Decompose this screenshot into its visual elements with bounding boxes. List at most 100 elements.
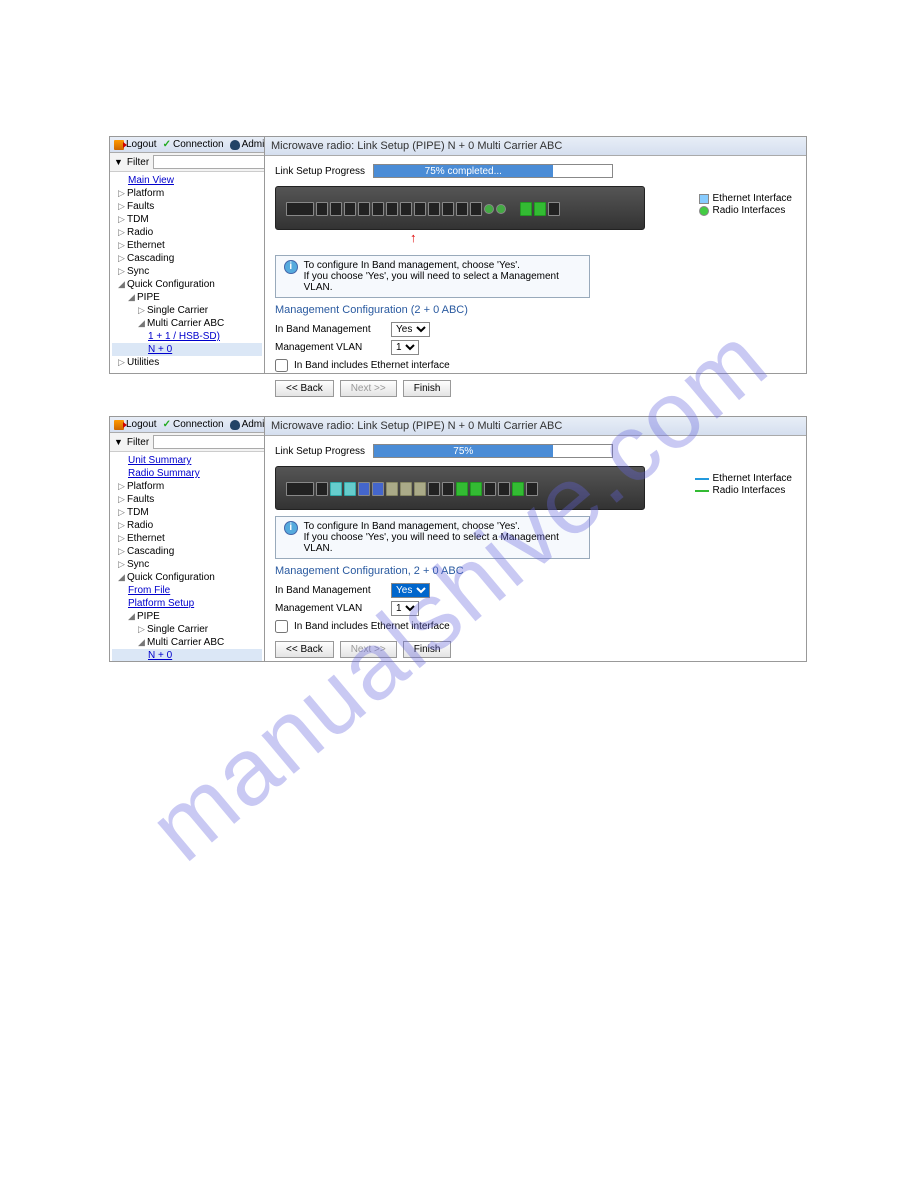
inband-eth-label: In Band includes Ethernet interface — [294, 360, 450, 371]
sidebar-topbar: Logout ✓Connection Admin — [110, 137, 264, 153]
sidebar-topbar: Logout ✓Connection Admin — [110, 417, 264, 433]
info-icon: i — [284, 521, 298, 535]
tree-ethernet[interactable]: ▷Ethernet — [112, 239, 262, 252]
filter-input[interactable] — [153, 155, 265, 169]
inband-eth-checkbox[interactable] — [275, 620, 288, 633]
admin-link[interactable]: Admin — [230, 139, 265, 150]
tree-multi-carrier[interactable]: ◢Multi Carrier ABC — [112, 317, 262, 330]
tree-from-file[interactable]: From File — [112, 584, 262, 597]
inband-eth-label: In Band includes Ethernet interface — [294, 621, 450, 632]
legend-radio-label: Radio Interfaces — [713, 485, 786, 496]
legend-eth-label: Ethernet Interface — [713, 193, 793, 204]
inband-eth-checkbox[interactable] — [275, 359, 288, 372]
legend-radio-label: Radio Interfaces — [713, 205, 786, 216]
logout-icon — [114, 420, 124, 430]
inband-select[interactable]: Yes — [391, 322, 430, 337]
next-button[interactable]: Next >> — [340, 641, 397, 658]
admin-link[interactable]: Admin — [230, 419, 265, 430]
tree-ethernet[interactable]: ▷Ethernet — [112, 532, 262, 545]
progress-row: Link Setup Progress 75% completed... — [275, 164, 796, 178]
tree-platform[interactable]: ▷Platform — [112, 187, 262, 200]
vlan-select[interactable]: 1 — [391, 340, 419, 355]
filter-input[interactable] — [153, 435, 265, 449]
progress-label: Link Setup Progress — [275, 446, 365, 457]
port-indicator-arrow: ↑ — [410, 230, 918, 245]
content: Link Setup Progress 75% completed... ↑ — [265, 156, 806, 405]
tree-faults[interactable]: ▷Faults — [112, 200, 262, 213]
legend-radio-icon — [695, 490, 709, 492]
filter-row: ▼ Filter × — [110, 153, 264, 172]
tree-multi-carrier[interactable]: ◢Multi Carrier ABC — [112, 636, 262, 649]
info-box: i To configure In Band management, choos… — [275, 255, 590, 298]
config-panel-2: Logout ✓Connection Admin ▼ Filter × Unit… — [109, 416, 807, 662]
check-icon: ✓ — [163, 419, 171, 430]
sidebar: Logout ✓Connection Admin ▼ Filter × Unit… — [110, 417, 265, 661]
inband-select[interactable]: Yes — [391, 583, 430, 598]
admin-icon — [230, 420, 240, 430]
vlan-label: Management VLAN — [275, 603, 385, 614]
tree-pipe[interactable]: ◢PIPE — [112, 610, 262, 623]
info-line2: If you choose 'Yes', you will need to se… — [304, 271, 581, 293]
section-header: Management Configuration, 2 + 0 ABC — [275, 565, 796, 577]
page-title: Microwave radio: Link Setup (PIPE) N + 0… — [265, 417, 806, 436]
legend: Ethernet Interface Radio Interfaces — [695, 472, 793, 497]
next-button[interactable]: Next >> — [340, 380, 397, 397]
tree-unit-summary[interactable]: Unit Summary — [112, 454, 262, 467]
logout-link[interactable]: Logout — [114, 419, 157, 430]
tree-sync[interactable]: ▷Sync — [112, 265, 262, 278]
back-button[interactable]: << Back — [275, 380, 334, 397]
tree-n0[interactable]: N + 0 — [112, 343, 262, 356]
tree-single-carrier[interactable]: ▷Single Carrier — [112, 304, 262, 317]
vlan-select[interactable]: 1 — [391, 601, 419, 616]
admin-icon — [230, 140, 240, 150]
finish-button[interactable]: Finish — [403, 380, 452, 397]
tree-cascading[interactable]: ▷Cascading — [112, 545, 262, 558]
info-line1: To configure In Band management, choose … — [304, 521, 581, 532]
connection-link[interactable]: ✓Connection — [163, 419, 224, 430]
inband-label: In Band Management — [275, 585, 385, 596]
tree-pipe[interactable]: ◢PIPE — [112, 291, 262, 304]
tree-radio-summary[interactable]: Radio Summary — [112, 467, 262, 480]
filter-row: ▼ Filter × — [110, 433, 264, 452]
legend-eth-icon — [699, 194, 709, 204]
tree-radio[interactable]: ▷Radio — [112, 519, 262, 532]
progress-row: Link Setup Progress 75% — [275, 444, 796, 458]
finish-button[interactable]: Finish — [403, 641, 452, 658]
tree-radio[interactable]: ▷Radio — [112, 226, 262, 239]
device-diagram — [275, 466, 645, 510]
check-icon: ✓ — [163, 139, 171, 150]
filter-label: Filter — [127, 157, 149, 168]
connection-link[interactable]: ✓Connection — [163, 139, 224, 150]
tree-tdm[interactable]: ▷TDM — [112, 213, 262, 226]
tree-n0[interactable]: N + 0 — [112, 649, 262, 661]
tree-faults[interactable]: ▷Faults — [112, 493, 262, 506]
progress-fill: 75% — [374, 445, 553, 457]
tree-single-carrier[interactable]: ▷Single Carrier — [112, 623, 262, 636]
tree-tdm[interactable]: ▷TDM — [112, 506, 262, 519]
nav-tree: Main View ▷Platform ▷Faults ▷TDM ▷Radio … — [110, 172, 264, 371]
filter-toggle-icon[interactable]: ▼ — [114, 437, 123, 447]
content: Link Setup Progress 75% Ethern — [265, 436, 806, 666]
tree-cascading[interactable]: ▷Cascading — [112, 252, 262, 265]
back-button[interactable]: << Back — [275, 641, 334, 658]
tree-hsb[interactable]: 1 + 1 / HSB-SD) — [112, 330, 262, 343]
tree-platform-setup[interactable]: Platform Setup — [112, 597, 262, 610]
filter-toggle-icon[interactable]: ▼ — [114, 157, 123, 167]
legend: Ethernet Interface Radio Interfaces — [699, 192, 793, 217]
sidebar: Logout ✓Connection Admin ▼ Filter × Main… — [110, 137, 265, 373]
tree-platform[interactable]: ▷Platform — [112, 480, 262, 493]
tree-quick-config[interactable]: ◢Quick Configuration — [112, 571, 262, 584]
filter-label: Filter — [127, 437, 149, 448]
progress-bar: 75% completed... — [373, 164, 613, 178]
main-area: Microwave radio: Link Setup (PIPE) N + 0… — [265, 417, 806, 661]
tree-sync[interactable]: ▷Sync — [112, 558, 262, 571]
logout-link[interactable]: Logout — [114, 139, 157, 150]
tree-utilities[interactable]: ▷Utilities — [112, 356, 262, 369]
tree-main-view[interactable]: Main View — [112, 174, 262, 187]
tree-quick-config[interactable]: ◢Quick Configuration — [112, 278, 262, 291]
legend-radio-icon — [699, 206, 709, 216]
info-icon: i — [284, 260, 298, 274]
legend-eth-icon — [695, 478, 709, 480]
device-diagram — [275, 186, 645, 230]
legend-eth-label: Ethernet Interface — [713, 473, 793, 484]
